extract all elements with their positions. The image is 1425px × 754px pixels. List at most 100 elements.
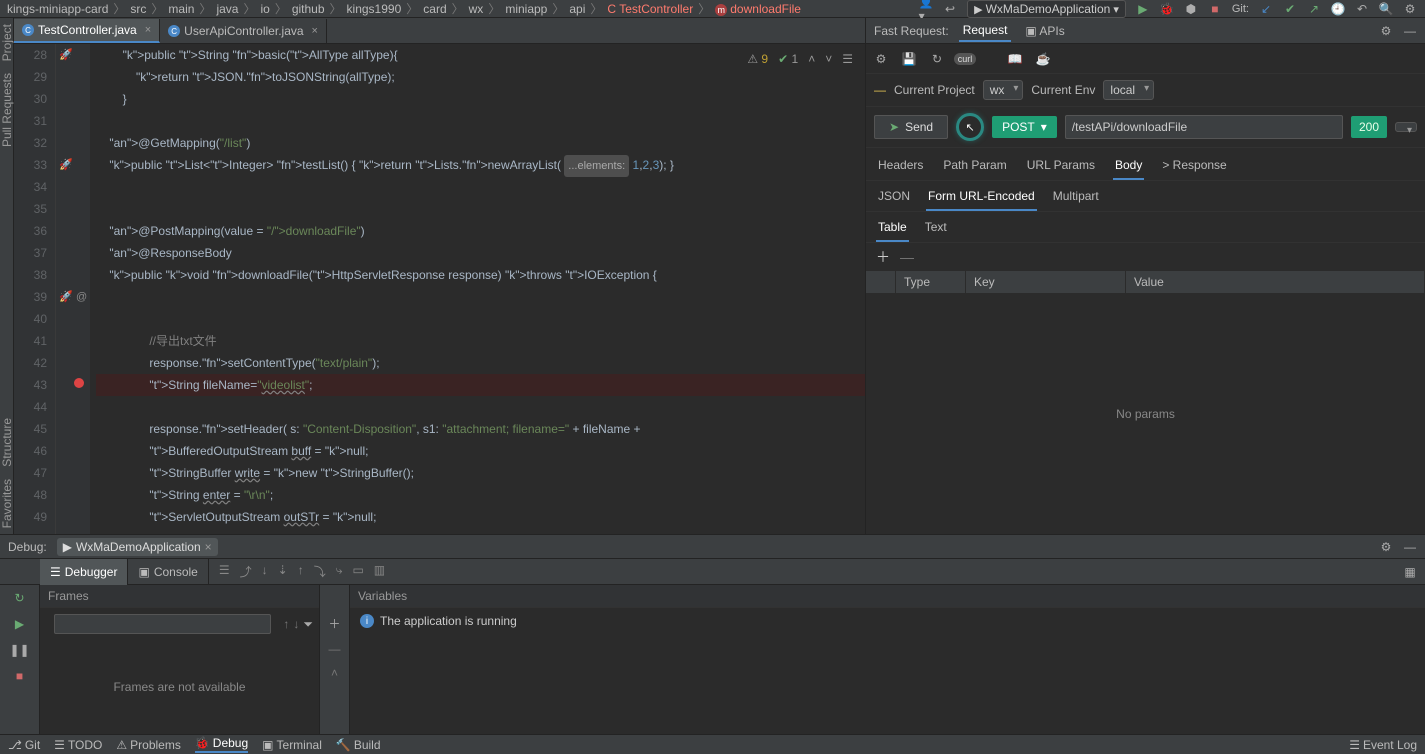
coffee-icon[interactable]: ☕ <box>1034 50 1052 68</box>
add-watch-icon[interactable]: ＋ <box>328 615 340 632</box>
editor-tab-active[interactable]: C TestController.java × <box>14 19 160 43</box>
breadcrumb-item[interactable]: github <box>289 2 328 16</box>
frame-down-icon[interactable]: ↓ <box>293 617 299 631</box>
editor-gutter[interactable]: 🚀 🚀 🚀 @ <box>56 44 90 534</box>
gear-icon[interactable]: ⚙ <box>1379 540 1393 554</box>
search-icon[interactable]: 🔍 <box>1379 2 1393 16</box>
sb-todo[interactable]: ☰ TODO <box>54 738 102 752</box>
editor-inspections[interactable]: ⚠ 9 ✔ 1 ˄ ˅ ☰ <box>747 48 853 70</box>
breadcrumb-item[interactable]: kings-miniapp-card <box>4 2 111 16</box>
warning-count[interactable]: ⚠ 9 <box>747 48 768 70</box>
pull-requests-toolwindow[interactable]: Pull Requests <box>0 67 14 153</box>
back-icon[interactable]: ↩ <box>943 2 957 16</box>
breadcrumb-item[interactable]: java <box>213 2 241 16</box>
tab-headers[interactable]: Headers <box>876 154 925 180</box>
save-icon[interactable]: 💾 <box>900 50 918 68</box>
git-update-icon[interactable]: ↙ <box>1259 2 1273 16</box>
inspections-menu-icon[interactable]: ☰ <box>842 48 853 70</box>
tab-apis[interactable]: ▣ APIs <box>1021 21 1068 41</box>
pause-icon[interactable]: ❚❚ <box>11 641 29 659</box>
tab-console[interactable]: ▣Console <box>128 559 208 585</box>
rerun-icon[interactable]: ↻ <box>11 589 29 607</box>
coverage-icon[interactable]: ⬢ <box>1184 2 1198 16</box>
layout-icon[interactable]: ▦ <box>1403 565 1417 579</box>
add-row-icon[interactable]: ＋ <box>876 247 890 267</box>
evaluate-icon[interactable]: ▭ <box>352 563 363 580</box>
step-into-icon[interactable]: ↓ <box>262 563 268 580</box>
nav-down-icon[interactable]: ˅ <box>825 48 832 70</box>
tab-response[interactable]: > Response <box>1160 154 1228 180</box>
run-configuration-select[interactable]: ▶ WxMaDemoApplication ▾ <box>967 0 1126 18</box>
tab-table[interactable]: Table <box>876 216 909 242</box>
structure-toolwindow[interactable]: Structure <box>0 412 14 473</box>
http-method-select[interactable]: POST▾ <box>992 116 1057 138</box>
nav-up-icon[interactable]: ˄ <box>808 48 815 70</box>
trace-icon[interactable]: ▥ <box>374 563 385 580</box>
doc-icon[interactable]: 📖 <box>1006 50 1024 68</box>
stop-icon[interactable]: ■ <box>1208 2 1222 16</box>
status-code[interactable]: 200 <box>1351 116 1387 138</box>
tab-multipart[interactable]: Multipart <box>1051 185 1101 211</box>
step-toggle-icon[interactable]: ☰ <box>219 563 230 580</box>
settings-icon[interactable]: ⚙ <box>1403 2 1417 16</box>
sb-terminal[interactable]: ▣ Terminal <box>262 738 322 752</box>
retry-icon[interactable]: ↻ <box>928 50 946 68</box>
breadcrumb-item[interactable]: miniapp <box>502 2 550 16</box>
breadcrumb-item[interactable]: wx <box>466 2 487 16</box>
tab-request[interactable]: Request <box>959 20 1012 42</box>
stop-icon[interactable]: ■ <box>11 667 29 685</box>
breadcrumb-item[interactable]: kings1990 <box>344 2 405 16</box>
gear-icon[interactable]: ⚙ <box>1379 24 1393 38</box>
git-commit-icon[interactable]: ✔ <box>1283 2 1297 16</box>
minimize-icon[interactable]: — <box>1403 24 1417 38</box>
sb-git[interactable]: ⎇ Git <box>8 738 40 752</box>
code-editor[interactable]: 2829303132333435363738394041424344454647… <box>14 44 865 534</box>
run-to-cursor-icon[interactable]: ⤷ <box>336 563 343 580</box>
tab-debugger[interactable]: ☰Debugger <box>40 559 128 585</box>
close-tab-icon[interactable]: × <box>145 24 151 36</box>
sb-problems[interactable]: ⚠ Problems <box>116 738 180 752</box>
send-button[interactable]: ➤Send <box>874 115 948 139</box>
step-over-icon[interactable]: ⤴ <box>240 563 252 580</box>
override-icon[interactable]: @ <box>76 286 87 308</box>
project-toolwindow[interactable]: Project <box>0 18 14 67</box>
rocket-icon[interactable]: 🚀 <box>59 286 73 308</box>
close-tab-icon[interactable]: × <box>312 25 318 37</box>
breadcrumb-item[interactable]: src <box>127 2 149 16</box>
breadcrumb-item[interactable]: api <box>566 2 588 16</box>
settings-icon[interactable]: ⚙ <box>872 50 890 68</box>
tab-text[interactable]: Text <box>923 216 949 242</box>
curl-icon[interactable]: curl <box>956 50 974 68</box>
filter-icon[interactable]: ⏷ <box>303 617 313 632</box>
force-step-into-icon[interactable]: ⇣ <box>278 563 288 580</box>
step-out-icon[interactable]: ↑ <box>298 563 304 580</box>
rocket-icon[interactable]: 🚀 <box>59 154 73 176</box>
favorites-toolwindow[interactable]: Favorites <box>0 473 14 534</box>
breadcrumb-item[interactable]: card <box>420 2 449 16</box>
editor-tab[interactable]: C UserApiController.java × <box>160 19 327 43</box>
user-icon[interactable]: 👤▾ <box>919 2 933 16</box>
tab-json[interactable]: JSON <box>876 185 912 211</box>
frame-up-icon[interactable]: ↑ <box>283 617 289 631</box>
remove-row-icon[interactable]: — <box>900 249 914 265</box>
minimize-icon[interactable]: — <box>1403 540 1417 554</box>
sb-build[interactable]: 🔨 Build <box>336 738 381 752</box>
debug-icon[interactable]: 🐞 <box>1160 2 1174 16</box>
sb-debug[interactable]: 🐞 Debug <box>195 736 248 753</box>
up-icon[interactable]: ˄ <box>331 666 338 680</box>
project-select[interactable]: wx <box>983 80 1024 100</box>
git-revert-icon[interactable]: ↶ <box>1355 2 1369 16</box>
breadcrumb-method[interactable]: downloadFile <box>712 2 804 16</box>
run-icon[interactable]: ▶ <box>1136 2 1150 16</box>
breadcrumb-item[interactable]: io <box>257 2 272 16</box>
breadcrumb-item[interactable]: main <box>165 2 197 16</box>
breakpoint-icon[interactable] <box>74 374 84 396</box>
code-area[interactable]: "k">public "t">String "fn">basic("t">All… <box>90 44 865 534</box>
resume-icon[interactable]: ▶ <box>11 615 29 633</box>
sb-event-log[interactable]: ☰ Event Log <box>1349 738 1417 752</box>
remove-watch-icon[interactable]: — <box>329 642 341 656</box>
debug-target[interactable]: ▶ WxMaDemoApplication × <box>57 538 218 556</box>
git-push-icon[interactable]: ↗ <box>1307 2 1321 16</box>
rocket-icon[interactable]: 🚀 <box>59 44 73 66</box>
pass-count[interactable]: ✔ 1 <box>778 48 798 70</box>
